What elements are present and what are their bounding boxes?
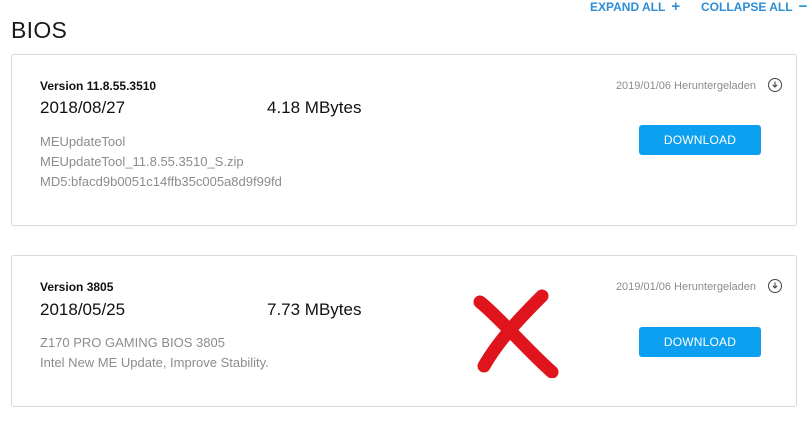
downloaded-status: 2019/01/06 Heruntergeladen — [615, 80, 756, 92]
item-description-line: Z170 PRO GAMING BIOS 3805 — [40, 335, 225, 350]
expand-all-label: EXPAND ALL — [590, 0, 666, 14]
item-date: 2018/05/25 — [40, 300, 126, 319]
minus-icon: − — [798, 0, 808, 15]
collapse-all-label: COLLAPSE ALL — [701, 0, 793, 14]
item-size: 4.18 MBytes — [267, 98, 362, 117]
downloaded-status: 2019/01/06 Heruntergeladen — [615, 281, 756, 293]
download-item: Version 11.8.55.3510 2018/08/27 4.18 MBy… — [11, 54, 797, 226]
download-circle-icon[interactable] — [768, 78, 782, 92]
expand-all-button[interactable]: EXPAND ALL + — [590, 0, 680, 14]
download-button[interactable]: DOWNLOAD — [639, 327, 761, 357]
item-description-line: MD5:bfacd9b0051c14ffb35c005a8d9f99fd — [40, 174, 282, 189]
download-button[interactable]: DOWNLOAD — [639, 125, 761, 155]
item-description-line: Intel New ME Update, Improve Stability. — [40, 355, 269, 370]
collapse-all-button[interactable]: COLLAPSE ALL − — [701, 0, 807, 14]
item-date: 2018/08/27 — [40, 98, 126, 117]
item-version: Version 3805 — [40, 280, 114, 294]
item-description: MEUpdateTool MEUpdateTool_11.8.55.3510_S… — [40, 132, 282, 192]
item-description-line: MEUpdateTool — [40, 134, 126, 149]
download-circle-icon[interactable] — [768, 279, 782, 293]
page-title: BIOS — [11, 17, 68, 43]
red-cross-mark — [473, 289, 559, 378]
item-description: Z170 PRO GAMING BIOS 3805 Intel New ME U… — [40, 333, 269, 373]
item-description-line: MEUpdateTool_11.8.55.3510_S.zip — [40, 154, 244, 169]
download-item: Version 3805 2018/05/25 7.73 MBytes Z170… — [11, 255, 797, 407]
item-size: 7.73 MBytes — [267, 300, 362, 319]
item-version: Version 11.8.55.3510 — [40, 79, 157, 93]
plus-icon: + — [671, 0, 681, 15]
